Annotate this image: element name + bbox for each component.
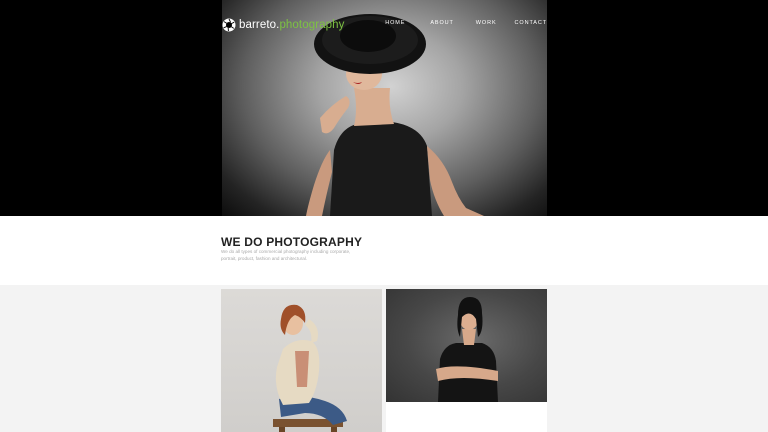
nav-about-link[interactable]: ABOUT — [430, 20, 453, 26]
seated-woman-illustration — [273, 304, 347, 432]
section-title: WE DO PHOTOGRAPHY — [221, 235, 363, 249]
section-description: We do all types of commercial photograph… — [221, 249, 351, 261]
brand-name: barreto.photography — [239, 19, 345, 31]
gallery-item-blank[interactable] — [386, 402, 547, 432]
portfolio-gallery — [0, 285, 768, 432]
gallery-item-seated-woman[interactable] — [221, 289, 382, 432]
nav-menu: HOME ABOUT WORK CONTACT — [385, 20, 547, 26]
nav-home-link[interactable]: HOME — [385, 20, 405, 26]
hero-section: barreto.photography HOME ABOUT WORK CONT… — [0, 0, 768, 216]
aperture-icon — [222, 18, 236, 32]
brand-logo[interactable]: barreto.photography — [222, 16, 344, 34]
top-navigation: barreto.photography HOME ABOUT WORK CONT… — [222, 15, 547, 35]
gallery-item-standing-woman[interactable] — [386, 289, 547, 402]
intro-section: WE DO PHOTOGRAPHY We do all types of com… — [0, 216, 768, 285]
standing-woman-illustration — [436, 297, 498, 402]
nav-contact-link[interactable]: CONTACT — [515, 20, 547, 26]
nav-work-link[interactable]: WORK — [476, 20, 497, 26]
